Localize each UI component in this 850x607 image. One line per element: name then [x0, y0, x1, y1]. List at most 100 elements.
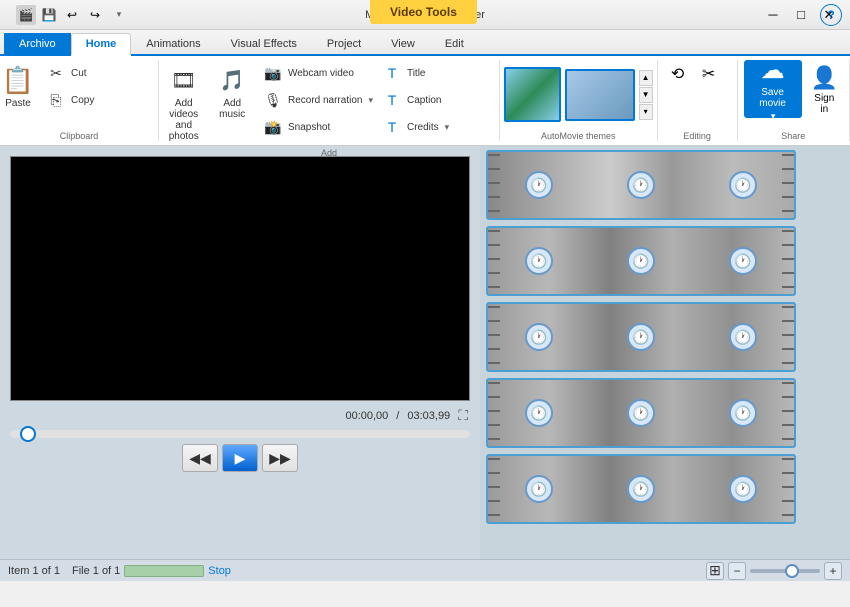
tab-visual-effects[interactable]: Visual Effects	[216, 33, 312, 54]
zoom-out-button[interactable]: −	[728, 562, 746, 580]
theme-scroll-buttons: ▲ ▼ ▾	[639, 70, 653, 120]
paste-button[interactable]: 📋 Paste	[0, 60, 39, 113]
main-content: 00:00,00 / 03:03,99 ⛶ ◀◀ ▶ ▶▶ 🕐 🕐	[0, 146, 850, 559]
credits-dropdown[interactable]: ▾	[445, 122, 450, 133]
webcam-icon: 📷	[263, 63, 283, 83]
title-icon: T	[382, 63, 402, 83]
add-music-icon: 🎵	[216, 64, 248, 96]
record-narration-dropdown[interactable]: ▾	[368, 95, 373, 106]
quick-access-dropdown[interactable]: ▾	[109, 5, 129, 25]
prev-frame-button[interactable]: ◀◀	[182, 444, 218, 472]
film-strip-3[interactable]: 🕐 🕐 🕐	[486, 302, 796, 372]
theme-scroll-more[interactable]: ▾	[639, 104, 653, 120]
snapshot-button[interactable]: 📸 Snapshot	[258, 114, 378, 140]
editing-group: ⟲ ✂ Editing	[658, 60, 738, 141]
clip-clock-5: 🕐	[627, 247, 655, 275]
play-button[interactable]: ▶	[222, 444, 258, 472]
add-videos-icon: 🎞	[168, 64, 200, 96]
maximize-button[interactable]: □	[788, 5, 814, 25]
tab-project[interactable]: Project	[312, 33, 376, 54]
ribbon-tabs: Archivo Home Animations Visual Effects P…	[0, 30, 850, 56]
zoom-controls: ⊞ − +	[706, 562, 842, 580]
rotate-icon[interactable]: ⟲	[664, 60, 692, 88]
video-panel: 00:00,00 / 03:03,99 ⛶ ◀◀ ▶ ▶▶	[0, 146, 480, 559]
tab-edit[interactable]: Edit	[430, 33, 479, 54]
playback-controls: ◀◀ ▶ ▶▶	[10, 444, 470, 472]
cloud-icon: ☁	[761, 56, 785, 85]
film-strip-4[interactable]: 🕐 🕐 🕐	[486, 378, 796, 448]
clipboard-group: 📋 Paste ✂ Cut ⎘ Copy Clipboard	[0, 60, 159, 141]
editing-content: ⟲ ✂	[664, 60, 731, 129]
clip-clock-11: 🕐	[627, 399, 655, 427]
trim-icon[interactable]: ✂	[695, 60, 723, 88]
file-count-status: File 1 of 1 Stop	[72, 565, 231, 577]
automovie-group: ▲ ▼ ▾ AutoMovie themes	[500, 60, 658, 141]
minimize-button[interactable]: ─	[760, 5, 786, 25]
seek-thumb[interactable]	[20, 426, 36, 442]
cut-button[interactable]: ✂ Cut	[41, 60, 161, 86]
save-movie-button[interactable]: ☁ Save movie ▾	[744, 60, 802, 118]
total-time: 03:03,99	[407, 410, 450, 422]
zoom-slider[interactable]	[750, 569, 820, 573]
theme-scroll-down[interactable]: ▼	[639, 87, 653, 103]
caption-button[interactable]: T Caption	[377, 87, 497, 113]
help-button[interactable]: ?	[820, 4, 842, 26]
title-button[interactable]: T Title	[377, 60, 497, 86]
tab-home[interactable]: Home	[71, 33, 132, 56]
editing-icons-row: ⟲ ✂	[664, 60, 731, 88]
copy-button[interactable]: ⎘ Copy	[41, 87, 161, 113]
record-narration-button[interactable]: 🎙 Record narration ▾	[258, 87, 378, 113]
seek-bar[interactable]	[10, 430, 470, 438]
film-strip-2[interactable]: 🕐 🕐 🕐	[486, 226, 796, 296]
share-label: Share	[744, 131, 843, 141]
add-videos-button[interactable]: 🎞 Add videos and photos	[161, 60, 207, 146]
theme-scroll-up[interactable]: ▲	[639, 70, 653, 86]
undo-quick-btn[interactable]: ↩	[62, 5, 82, 25]
redo-quick-btn[interactable]: ↪	[85, 5, 105, 25]
clip-clock-15: 🕐	[729, 475, 757, 503]
film-strip-1[interactable]: 🕐 🕐 🕐	[486, 150, 796, 220]
time-row: 00:00,00 / 03:03,99 ⛶	[10, 407, 470, 424]
clip-clock-7: 🕐	[525, 323, 553, 351]
clip-clock-14: 🕐	[627, 475, 655, 503]
theme-second-box[interactable]	[565, 69, 635, 121]
add-music-button[interactable]: 🎵 Add music	[210, 60, 253, 146]
next-frame-icon: ▶▶	[269, 450, 291, 467]
clip-clock-6: 🕐	[729, 247, 757, 275]
clip-clock-3: 🕐	[729, 171, 757, 199]
next-frame-button[interactable]: ▶▶	[262, 444, 298, 472]
video-preview	[10, 156, 470, 401]
save-quick-btn[interactable]: 💾	[39, 5, 59, 25]
expand-button[interactable]: ⛶	[458, 407, 468, 424]
quick-access-toolbar: 🎬 💾 ↩ ↪ ▾	[8, 5, 137, 25]
copy-icon: ⎘	[46, 90, 66, 110]
clipboard-small-buttons: ✂ Cut ⎘ Copy	[41, 60, 161, 113]
snapshot-icon: 📸	[263, 117, 283, 137]
add-small-col1: 📷 Webcam video 🎙 Record narration ▾ 📸 Sn…	[258, 60, 373, 140]
webcam-button[interactable]: 📷 Webcam video	[258, 60, 378, 86]
paste-icon: 📋	[2, 64, 34, 96]
status-bar: Item 1 of 1 File 1 of 1 Stop ⊞ − +	[0, 559, 850, 581]
title-bar: 🎬 💾 ↩ ↪ ▾ My Movie - Movie Maker Video T…	[0, 0, 850, 30]
file-progress-bar	[124, 565, 204, 577]
cut-icon: ✂	[46, 63, 66, 83]
clips-scroll-area[interactable]: 🕐 🕐 🕐 🕐 🕐 🕐 🕐 🕐 🕐 🕐 🕐 🕐	[480, 146, 850, 559]
tab-animations[interactable]: Animations	[131, 33, 215, 54]
clip-clock-13: 🕐	[525, 475, 553, 503]
zoom-thumb[interactable]	[785, 564, 799, 578]
clipboard-label: Clipboard	[60, 131, 99, 141]
theme-second-image	[567, 71, 633, 119]
stop-text[interactable]: Stop	[208, 565, 231, 577]
view-toggle-btn[interactable]: ⊞	[706, 562, 724, 580]
credits-button[interactable]: T Credits ▾	[377, 114, 497, 140]
film-strip-5[interactable]: 🕐 🕐 🕐	[486, 454, 796, 524]
clip-clock-12: 🕐	[729, 399, 757, 427]
microphone-icon: 🎙	[263, 90, 283, 110]
save-movie-dropdown[interactable]: ▾	[771, 111, 776, 122]
sign-in-button[interactable]: 👤 Sign in	[806, 60, 843, 120]
theme-preview-box[interactable]	[504, 67, 561, 122]
zoom-in-button[interactable]: +	[824, 562, 842, 580]
tab-view[interactable]: View	[376, 33, 430, 54]
editing-label: Editing	[664, 131, 731, 141]
tab-archivo[interactable]: Archivo	[4, 33, 71, 54]
